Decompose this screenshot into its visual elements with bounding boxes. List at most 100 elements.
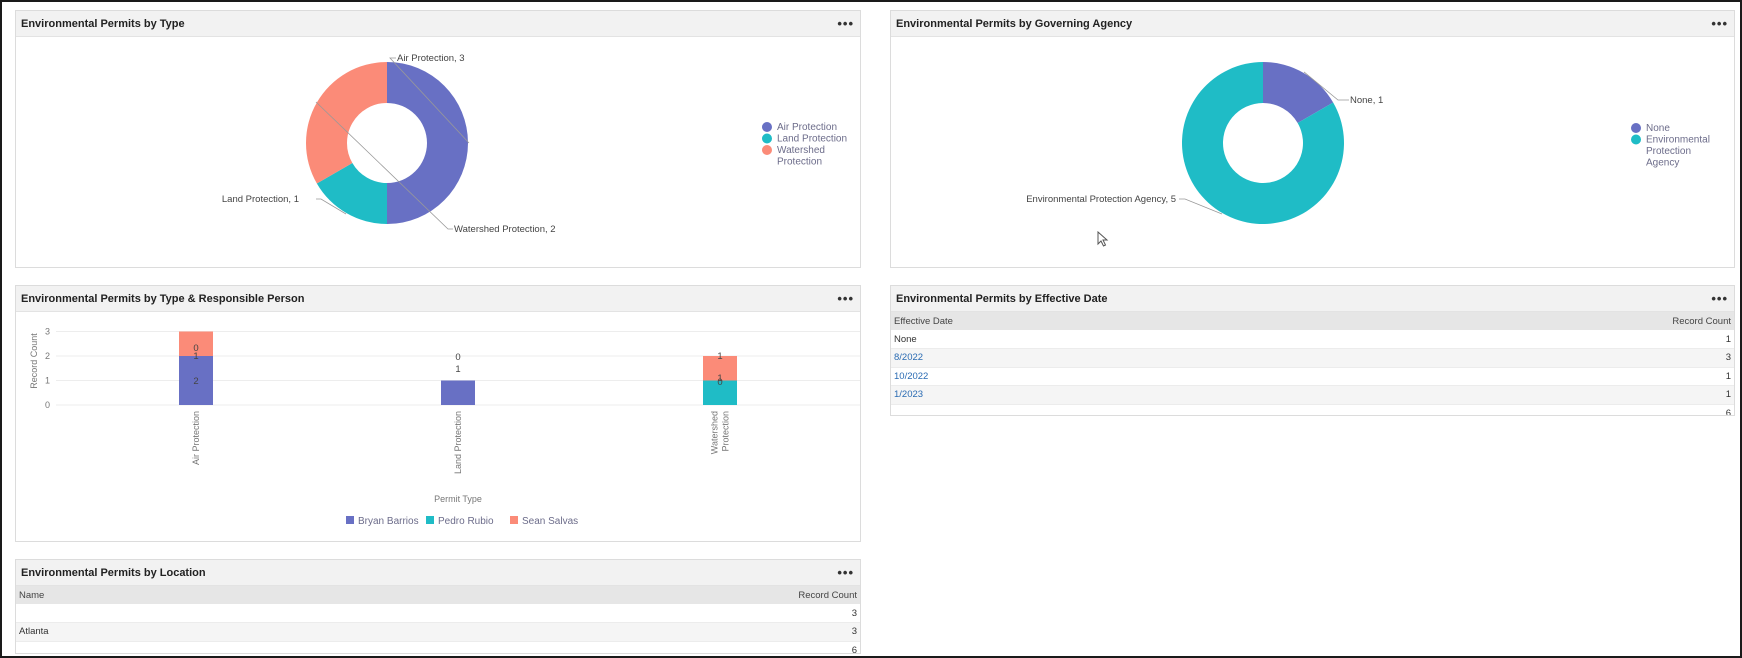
legend-label: Environmental xyxy=(1646,135,1710,146)
y-tick-label: 1 xyxy=(45,376,50,386)
bar-segment[interactable] xyxy=(441,380,475,406)
y-tick-label: 0 xyxy=(45,400,50,410)
bar-value-label: 1 xyxy=(455,364,460,375)
legend-swatch[interactable] xyxy=(510,516,518,524)
x-tick-label: Land Protection xyxy=(453,411,463,474)
panel-permits-by-date: Environmental Permits by Effective Date … xyxy=(890,285,1735,416)
legend-swatch[interactable] xyxy=(426,516,434,524)
data-label: Land Protection, 1 xyxy=(222,194,299,205)
more-options-button[interactable]: ••• xyxy=(837,566,854,579)
row-count: 3 xyxy=(315,604,860,623)
table-row: Atlanta 3 xyxy=(16,622,860,642)
donut-chart-governing-agency: None, 1 Environmental Protection Agency, … xyxy=(1026,62,1710,224)
panel-header: Environmental Permits by Governing Agenc… xyxy=(891,11,1734,37)
panel-permits-by-type: Environmental Permits by Type ••• Air Pr… xyxy=(15,10,861,268)
legend-label: Watershed xyxy=(777,145,825,156)
x-tick-label: Protection xyxy=(721,411,731,452)
row-label-link[interactable]: 8/2022 xyxy=(891,348,1314,368)
bar-value-label: 0 xyxy=(455,352,460,363)
total-count: 6 xyxy=(1313,404,1734,415)
legend-label: Air Protection xyxy=(777,122,837,133)
total-label xyxy=(891,404,1314,415)
table-row: 1/2023 1 xyxy=(891,385,1734,405)
panel-permits-by-agency: Environmental Permits by Governing Agenc… xyxy=(890,10,1735,268)
y-tick-label: 3 xyxy=(45,327,50,337)
x-tick-label: Watershed xyxy=(710,411,720,454)
table-row: 10/2022 1 xyxy=(891,367,1734,386)
bar-value-label: 2 xyxy=(193,376,198,387)
legend-swatch[interactable] xyxy=(346,516,354,524)
table-header-row: Effective Date Record Count xyxy=(891,312,1734,330)
bar-value-label: 1 xyxy=(717,373,722,384)
y-tick-label: 2 xyxy=(45,351,50,361)
row-count: 3 xyxy=(315,622,860,642)
total-label xyxy=(16,641,316,653)
more-options-button[interactable]: ••• xyxy=(1711,17,1728,30)
panel-header: Environmental Permits by Type & Responsi… xyxy=(16,286,860,312)
row-label: None xyxy=(891,330,1314,349)
data-label: Environmental Protection Agency, 5 xyxy=(1026,194,1176,205)
stacked-bar-chart: 01234Record Count20110011Air ProtectionL… xyxy=(29,327,860,527)
legend-label: Agency xyxy=(1646,158,1679,169)
row-label xyxy=(16,604,316,623)
donut-slice[interactable] xyxy=(305,62,387,184)
panel-title: Environmental Permits by Effective Date xyxy=(896,292,1108,305)
mouse-pointer-icon xyxy=(1097,231,1109,247)
more-options-button[interactable]: ••• xyxy=(837,17,854,30)
legend-label: Land Protection xyxy=(777,134,847,145)
panel-header: Environmental Permits by Location ••• xyxy=(16,560,860,586)
legend-swatch[interactable] xyxy=(762,145,772,155)
row-label-link[interactable]: 10/2022 xyxy=(891,367,1314,386)
row-count: 1 xyxy=(1313,330,1734,349)
panel-permits-by-person: Environmental Permits by Type & Responsi… xyxy=(15,285,861,542)
column-header[interactable]: Effective Date xyxy=(891,312,1314,330)
total-count: 6 xyxy=(315,641,860,653)
column-header[interactable]: Record Count xyxy=(315,586,860,604)
donut-chart-permit-type: Air Protection, 3 Land Protection, 1 Water… xyxy=(222,53,847,235)
y-axis-title: Record Count xyxy=(29,333,39,389)
row-count: 3 xyxy=(1313,348,1734,368)
x-axis-title: Permit Type xyxy=(434,494,482,504)
legend-label: Protection xyxy=(777,157,822,168)
column-header[interactable]: Record Count xyxy=(1313,312,1734,330)
location-table: Name Record Count 3 Atlanta 3 6 xyxy=(16,586,860,653)
panel-header: Environmental Permits by Type ••• xyxy=(16,11,860,37)
panel-title: Environmental Permits by Type & Responsi… xyxy=(21,292,305,305)
legend-label: Pedro Rubio xyxy=(438,516,494,527)
bar-value-label: 1 xyxy=(193,351,198,362)
effective-date-table: Effective Date Record Count None 1 8/202… xyxy=(891,312,1734,415)
data-label: Watershed Protection, 2 xyxy=(454,224,556,235)
row-label: Atlanta xyxy=(16,622,316,642)
legend-swatch[interactable] xyxy=(762,133,772,144)
more-options-button[interactable]: ••• xyxy=(1711,292,1728,305)
legend-swatch[interactable] xyxy=(762,122,772,132)
table-row: 8/2022 3 xyxy=(891,348,1734,368)
panel-permits-by-location: Environmental Permits by Location ••• Na… xyxy=(15,559,861,654)
panel-title: Environmental Permits by Type xyxy=(21,17,185,30)
legend-swatch[interactable] xyxy=(1631,123,1641,133)
legend-swatch[interactable] xyxy=(1631,134,1641,145)
data-label: None, 1 xyxy=(1350,95,1383,106)
panel-title: Environmental Permits by Governing Agenc… xyxy=(896,17,1133,30)
more-options-button[interactable]: ••• xyxy=(837,292,854,305)
donut-slice[interactable] xyxy=(387,62,468,224)
table-header-row: Name Record Count xyxy=(16,586,860,604)
panel-title: Environmental Permits by Location xyxy=(21,566,206,579)
row-count: 1 xyxy=(1313,385,1734,405)
panel-header: Environmental Permits by Effective Date … xyxy=(891,286,1734,312)
table-row: 3 xyxy=(16,604,860,623)
dashboard-frame: Environmental Permits by Type ••• Air Pr… xyxy=(0,0,1742,658)
table-total-row: 6 xyxy=(891,404,1734,415)
column-header[interactable]: Name xyxy=(16,586,316,604)
row-label-link[interactable]: 1/2023 xyxy=(891,385,1314,405)
row-count: 1 xyxy=(1313,367,1734,386)
legend-label: Sean Salvas xyxy=(522,516,578,527)
x-tick-label: Air Protection xyxy=(191,411,201,465)
table-row: None 1 xyxy=(891,330,1734,349)
table-total-row: 6 xyxy=(16,641,860,653)
legend-label: None xyxy=(1646,123,1670,134)
data-label: Air Protection, 3 xyxy=(397,53,465,64)
bar-value-label: 1 xyxy=(717,351,722,362)
legend-label: Bryan Barrios xyxy=(358,516,419,527)
legend-label: Protection xyxy=(1646,146,1691,157)
